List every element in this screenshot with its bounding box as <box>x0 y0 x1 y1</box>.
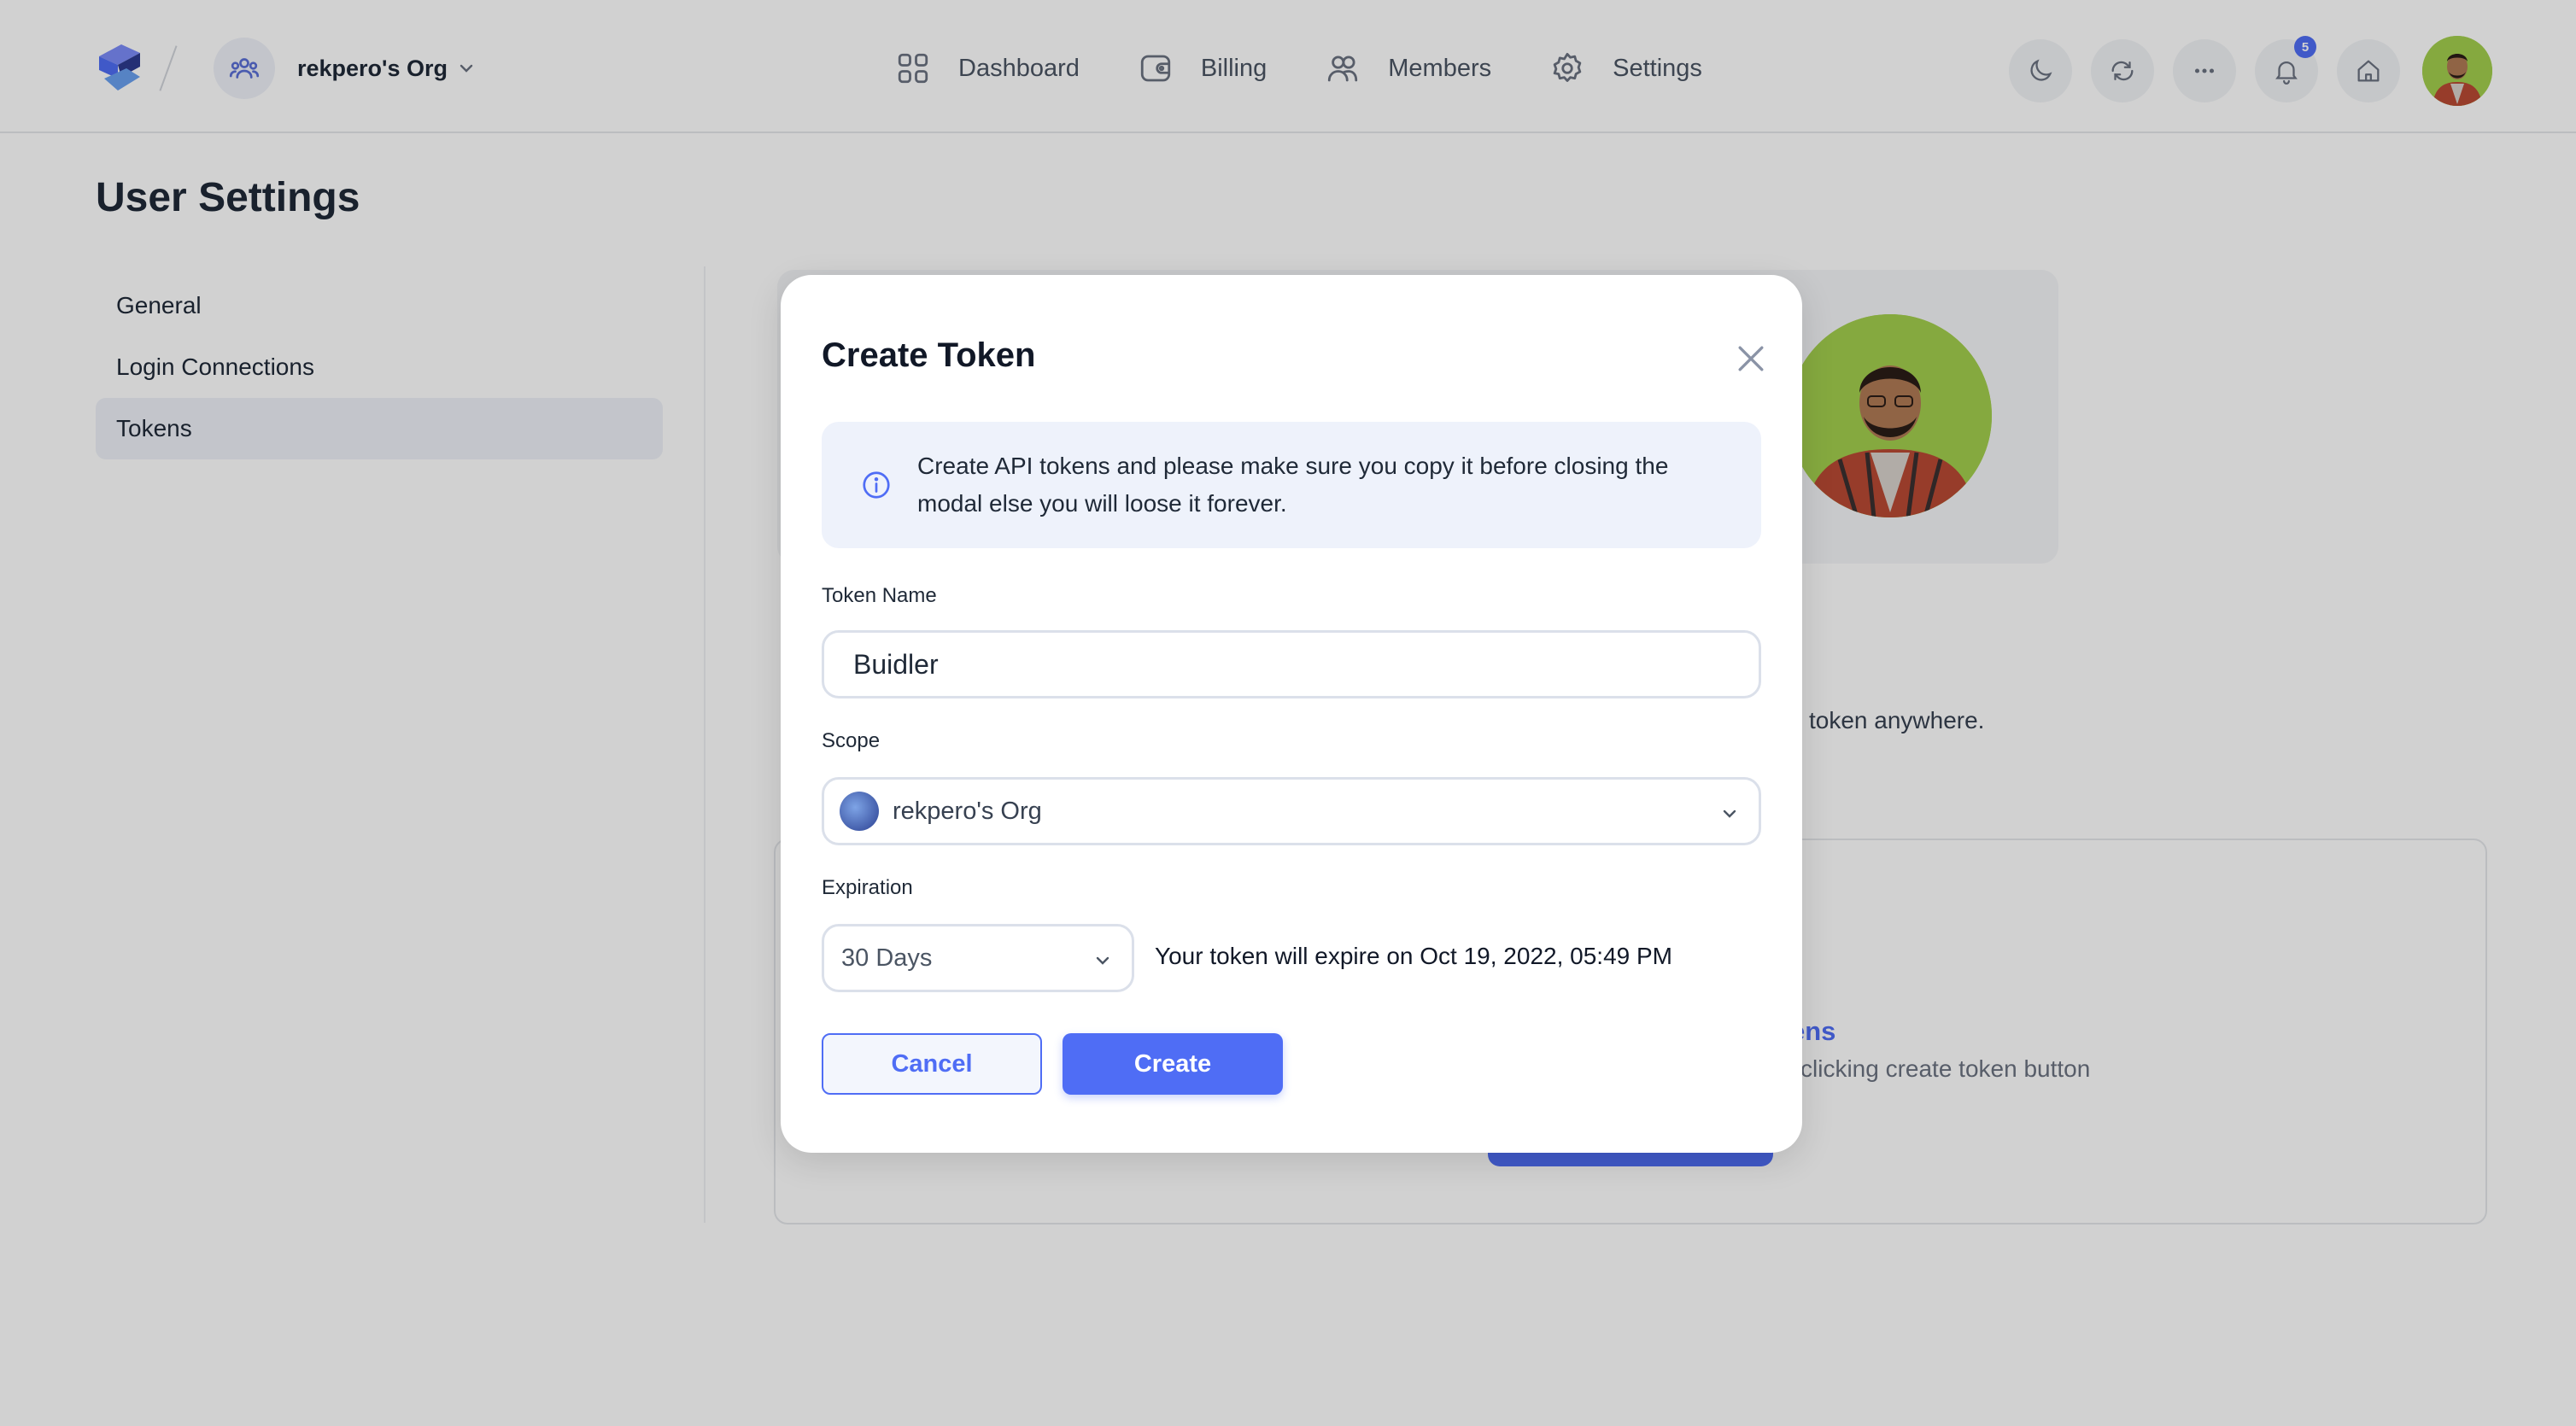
scope-selected-value: rekpero's Org <box>893 797 1042 825</box>
chevron-down-icon <box>1723 809 1736 818</box>
expiration-label: Expiration <box>822 876 913 899</box>
cancel-button[interactable]: Cancel <box>822 1033 1042 1095</box>
expiration-selected-value: 30 Days <box>841 944 933 972</box>
token-name-input[interactable] <box>822 630 1761 698</box>
expiration-select[interactable]: 30 Days <box>822 924 1134 992</box>
app-root: rekpero's Org Dashboard Billing Members … <box>0 0 2576 1426</box>
modal-title: Create Token <box>822 336 1036 374</box>
expiration-note: Your token will expire on Oct 19, 2022, … <box>1155 943 1672 969</box>
info-alert: Create API tokens and please make sure y… <box>822 422 1761 548</box>
create-button[interactable]: Create <box>1063 1033 1283 1095</box>
scope-select[interactable]: rekpero's Org <box>822 777 1761 845</box>
info-alert-text: Create API tokens and please make sure y… <box>917 453 1669 517</box>
create-token-modal: Create Token Create API tokens and pleas… <box>781 275 1802 1153</box>
close-icon[interactable] <box>1732 340 1770 377</box>
token-name-label: Token Name <box>822 584 937 607</box>
scope-label: Scope <box>822 729 881 752</box>
info-icon <box>863 471 890 499</box>
chevron-down-icon <box>1096 956 1109 965</box>
org-logo-icon <box>840 792 879 831</box>
